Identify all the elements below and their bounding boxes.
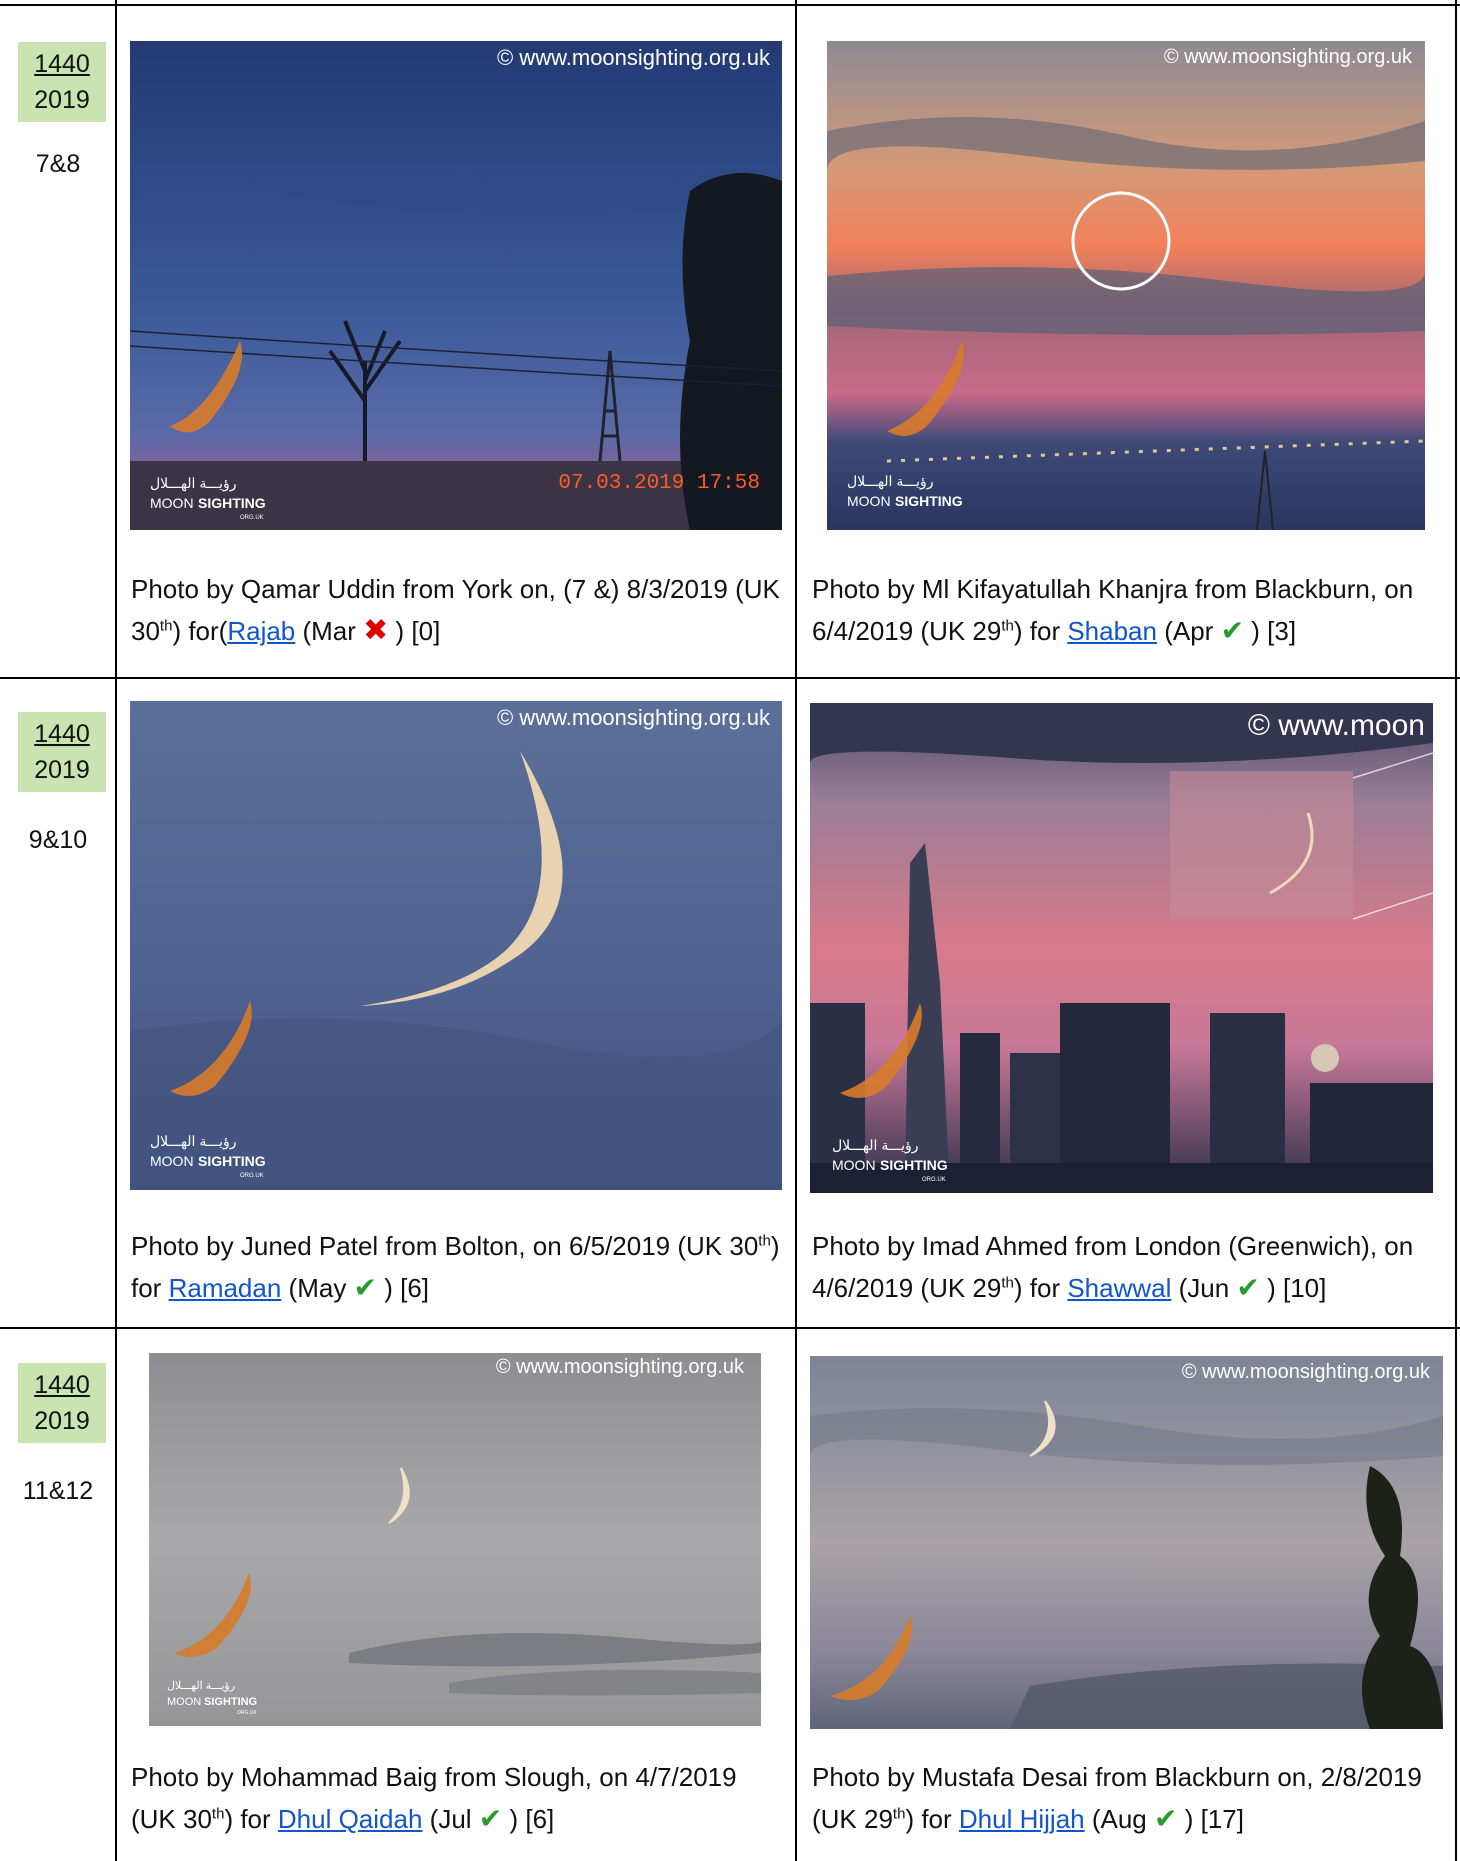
logo-sighting: SIGHTING — [880, 1157, 948, 1173]
ordinal-suffix: th — [1001, 617, 1014, 635]
cross-icon: ✖ — [363, 614, 389, 647]
row-divider — [0, 677, 1460, 679]
year-hijri: 1440 — [34, 1371, 90, 1399]
checkmark-icon: ✔ — [1154, 1803, 1178, 1834]
month-link-shaban[interactable]: Shaban — [1067, 616, 1157, 646]
logo-arabic: رؤيـــة الهـــلال — [150, 1133, 237, 1150]
logo-org: ORG.UK — [240, 515, 264, 521]
ordinal-suffix: th — [758, 1232, 771, 1250]
watermark-text: © www.moonsighting.org.uk — [497, 705, 771, 730]
photo-caption: Photo by Qamar Uddin from York on, (7 &)… — [131, 568, 781, 652]
month-link-dhul-hijjah[interactable]: Dhul Hijjah — [959, 1804, 1085, 1834]
moon-photo: © www.moon رؤيـــة الهـــلال MOON SIGHTI… — [810, 703, 1433, 1193]
year-gregorian: 2019 — [34, 86, 90, 114]
caption-text: (May — [281, 1273, 354, 1303]
watermark-text: © www.moon — [1248, 709, 1425, 742]
month-link-shawwal[interactable]: Shawwal — [1067, 1273, 1171, 1303]
watermark-text: © www.moonsighting.org.uk — [496, 1356, 745, 1378]
logo-moon: MOON — [150, 495, 194, 511]
caption-text: ) [3] — [1244, 616, 1297, 646]
logo-arabic: رؤيـــة الهـــلال — [167, 1680, 235, 1692]
month-numbers: 11&12 — [22, 1477, 94, 1505]
logo-sighting: SIGHTING — [198, 1153, 266, 1169]
caption-text: ) for — [1013, 616, 1068, 646]
caption-text: ) [6] — [377, 1273, 430, 1303]
logo-arabic: رؤيـــة الهـــلال — [832, 1137, 919, 1154]
watermark-text: © www.moonsighting.org.uk — [1164, 46, 1413, 68]
column-divider — [795, 0, 797, 1861]
ordinal-suffix: th — [159, 617, 173, 635]
caption-text: ) for — [224, 1804, 278, 1834]
caption-text: Photo by Juned Patel from Bolton, on 6/5… — [131, 1231, 759, 1261]
moon-photo: © www.moonsighting.org.uk 07.03.2019 17:… — [130, 41, 782, 530]
ordinal-suffix: th — [892, 1805, 906, 1823]
year-badge: 1440 2019 — [18, 42, 106, 122]
caption-text: ) for — [905, 1804, 959, 1834]
caption-text: ) [0] — [388, 616, 441, 646]
year-hijri: 1440 — [34, 720, 90, 748]
photo-caption: Photo by Juned Patel from Bolton, on 6/5… — [131, 1225, 781, 1309]
table-border-right — [1455, 0, 1457, 1861]
logo-sighting: SIGHTING — [204, 1696, 257, 1708]
caption-text: ) for( — [172, 616, 228, 646]
checkmark-icon: ✔ — [478, 1803, 503, 1834]
photo-caption: Photo by Mustafa Desai from Blackburn on… — [812, 1756, 1460, 1840]
logo-org: ORG.UK — [240, 1173, 264, 1179]
logo-moon: MOON — [167, 1696, 201, 1708]
watermark-text: © www.moonsighting.org.uk — [497, 45, 771, 70]
row-divider — [0, 1327, 1460, 1329]
caption-text: (Jul — [422, 1804, 479, 1834]
date-stamp: 07.03.2019 17:58 — [558, 472, 760, 495]
watermark-text: © www.moonsighting.org.uk — [1182, 1361, 1431, 1383]
checkmark-icon: ✔ — [1220, 615, 1245, 646]
logo-moon: MOON — [150, 1153, 194, 1169]
column-divider — [115, 0, 117, 1861]
moon-photo: © www.moonsighting.org.uk رؤيـــة الهـــ… — [130, 701, 782, 1190]
caption-text: (Apr — [1156, 616, 1221, 646]
moon-photo: © www.moonsighting.org.uk رؤيـــة الهـــ… — [149, 1353, 761, 1726]
logo-moon: MOON — [832, 1157, 876, 1173]
photo-caption: Photo by Imad Ahmed from London (Greenwi… — [812, 1225, 1460, 1309]
month-link-rajab[interactable]: Rajab — [227, 616, 295, 646]
caption-text: (Mar — [295, 616, 364, 646]
logo-moon: MOON — [847, 493, 891, 509]
month-numbers: 9&10 — [28, 826, 88, 854]
year-badge: 1440 2019 — [18, 712, 106, 792]
logo-sighting: SIGHTING — [895, 493, 963, 509]
year-gregorian: 2019 — [34, 1407, 90, 1435]
logo-org: ORG.UK — [237, 1710, 257, 1716]
logo-org: ORG.UK — [922, 1177, 946, 1183]
table-border-top — [0, 4, 1460, 6]
checkmark-icon: ✔ — [1236, 1272, 1260, 1303]
year-hijri: 1440 — [34, 50, 90, 78]
month-link-ramadan[interactable]: Ramadan — [169, 1273, 282, 1303]
caption-text: ) [17] — [1177, 1804, 1244, 1834]
photo-caption: Photo by Mohammad Baig from Slough, on 4… — [131, 1756, 781, 1840]
checkmark-icon: ✔ — [353, 1272, 378, 1303]
moon-photo: © www.moonsighting.org.uk — [810, 1356, 1443, 1729]
logo-sighting: SIGHTING — [198, 495, 266, 511]
photo-caption: Photo by Ml Kifayatullah Khanjra from Bl… — [812, 568, 1460, 652]
caption-text: (Aug — [1084, 1804, 1154, 1834]
logo-arabic: رؤيـــة الهـــلال — [847, 473, 934, 490]
year-badge: 1440 2019 — [18, 1363, 106, 1443]
caption-text: (Jun — [1171, 1273, 1237, 1303]
logo-arabic: رؤيـــة الهـــلال — [150, 475, 237, 492]
month-numbers: 7&8 — [35, 150, 81, 178]
year-gregorian: 2019 — [34, 756, 90, 784]
moon-photo: © www.moonsighting.org.uk رؤيـــة الهـــ… — [827, 41, 1425, 530]
caption-text: ) [10] — [1259, 1273, 1327, 1303]
caption-text: ) for — [1013, 1273, 1068, 1303]
ordinal-suffix: th — [211, 1805, 225, 1823]
caption-text: ) [6] — [502, 1804, 555, 1834]
month-link-dhul-qaidah[interactable]: Dhul Qaidah — [278, 1804, 423, 1834]
ordinal-suffix: th — [1001, 1274, 1014, 1292]
